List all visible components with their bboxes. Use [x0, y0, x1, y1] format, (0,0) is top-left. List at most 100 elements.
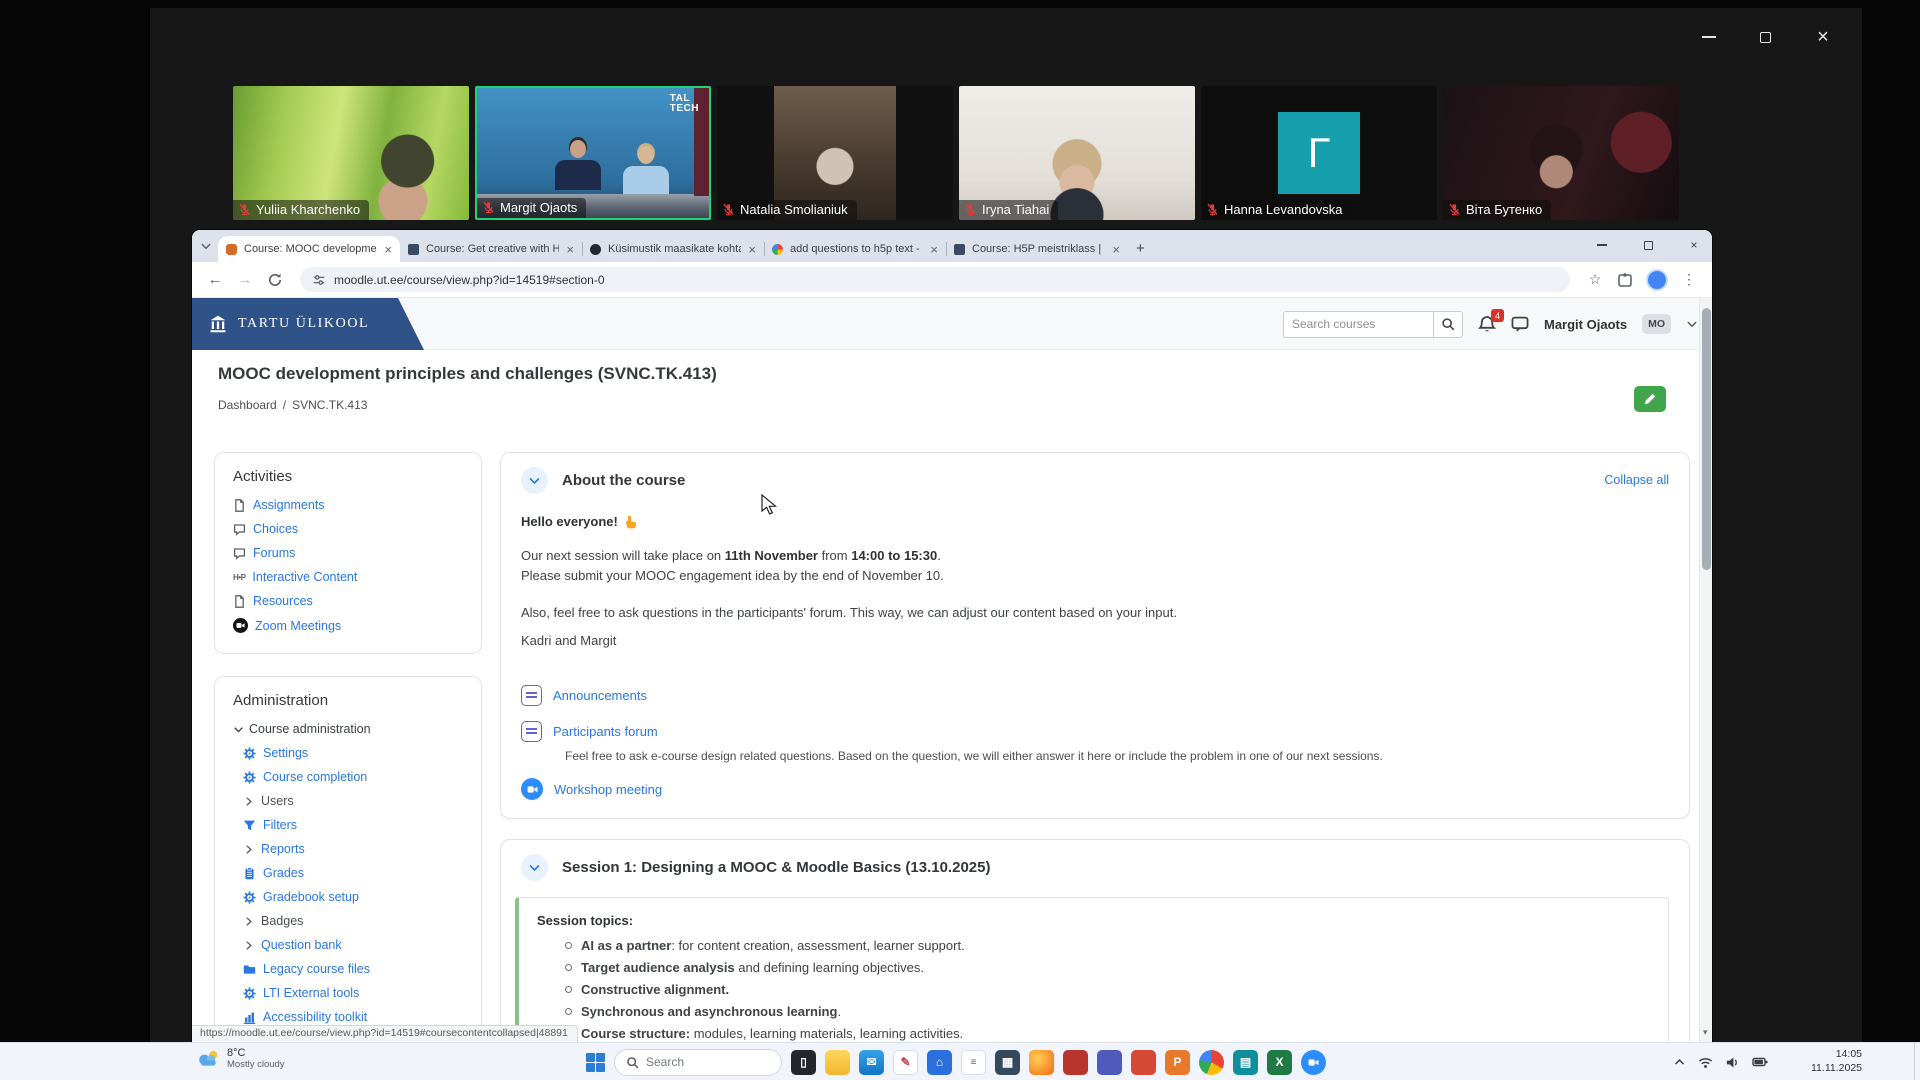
taskbar-clock[interactable]: 14:05 11.11.2025 — [1811, 1047, 1862, 1075]
notepad-app-icon[interactable]: ≡ — [961, 1050, 986, 1075]
zoom-app-icon[interactable] — [1301, 1050, 1326, 1075]
user-name[interactable]: Margit Ojaots — [1544, 317, 1627, 332]
participant-tile-yuliia[interactable]: Yuliia Kharchenko — [233, 86, 469, 220]
scrollbar-thumb[interactable] — [1702, 308, 1711, 570]
tab-kusimustik[interactable]: Küsimustik maasikate kohta × — [582, 236, 764, 262]
weather-widget[interactable]: 8°C Mostly cloudy — [196, 1047, 285, 1070]
excel-app-icon[interactable]: X — [1267, 1050, 1292, 1075]
participant-tile-hanna[interactable]: Г Hanna Levandovska — [1201, 86, 1437, 220]
admin-item-settings[interactable]: Settings — [243, 746, 463, 760]
admin-item-lti-external-tools[interactable]: LTI External tools — [243, 986, 463, 1000]
tab-close-icon[interactable]: × — [384, 242, 392, 257]
calculator-app-icon[interactable]: ▦ — [995, 1050, 1020, 1075]
browser-maximize-button[interactable] — [1630, 230, 1666, 260]
admin-item-badges[interactable]: Badges — [243, 914, 463, 928]
university-logo[interactable]: TARTU ÜLIKOOL — [192, 298, 424, 350]
participant-tile-vita[interactable]: Віта Бутенко — [1443, 86, 1679, 220]
sidebar-item-zoom-meetings[interactable]: Zoom Meetings — [233, 618, 463, 633]
breadcrumb-dashboard[interactable]: Dashboard — [218, 398, 277, 412]
zoom-minimize-button[interactable] — [1692, 24, 1726, 50]
tab-course-mooc[interactable]: Course: MOOC development p × — [218, 236, 400, 262]
extensions-icon[interactable] — [1612, 272, 1638, 288]
collapse-section-button[interactable] — [521, 467, 548, 494]
admin-item-question-bank[interactable]: Question bank — [243, 938, 463, 952]
email-red-app-icon[interactable] — [1131, 1050, 1156, 1075]
admin-item-gradebook-setup[interactable]: Gradebook setup — [243, 890, 463, 904]
admin-item-filters[interactable]: Filters — [243, 818, 463, 832]
notebook-app-icon[interactable]: ▯ — [791, 1050, 816, 1075]
collapse-section-button[interactable] — [521, 854, 548, 881]
sharepoint-app-icon[interactable]: ▤ — [1233, 1050, 1258, 1075]
admin-item-grades[interactable]: Grades — [243, 866, 463, 880]
collapse-all-link[interactable]: Collapse all — [1604, 473, 1669, 487]
page-scrollbar[interactable]: ▾ — [1699, 298, 1712, 1042]
tab-h5p-meistriklass[interactable]: Course: H5P meistriklass | Moo × — [946, 236, 1128, 262]
tab-close-icon[interactable]: × — [930, 242, 938, 257]
notifications-button[interactable]: 4 — [1478, 315, 1496, 333]
start-button[interactable] — [586, 1053, 605, 1072]
breadcrumb-course[interactable]: SVNC.TK.413 — [292, 398, 367, 412]
messages-button[interactable] — [1511, 315, 1529, 333]
tab-close-icon[interactable]: × — [566, 242, 574, 257]
sidebar-item-resources[interactable]: Resources — [233, 594, 463, 608]
participant-tile-iryna[interactable]: Iryna Tiahai — [959, 86, 1195, 220]
file-explorer-icon[interactable] — [825, 1050, 850, 1075]
zoom-close-button[interactable]: × — [1806, 24, 1840, 50]
tab-get-creative[interactable]: Course: Get creative with H5P × — [400, 236, 582, 262]
activity-participants-forum[interactable]: Participants forum — [521, 721, 1669, 742]
taskbar-search[interactable] — [614, 1049, 782, 1076]
sidebar-item-assignments[interactable]: Assignments — [233, 498, 463, 512]
pdf-app-icon[interactable] — [1063, 1050, 1088, 1075]
speaker-icon[interactable] — [1725, 1055, 1740, 1070]
hidden-icons-caret[interactable] — [1673, 1056, 1686, 1069]
store-app-icon[interactable]: ⌂ — [927, 1050, 952, 1075]
activity-workshop-meeting[interactable]: Workshop meeting — [521, 778, 1669, 800]
show-desktop-button[interactable] — [1914, 1043, 1920, 1080]
browser-menu-icon[interactable]: ⋮ — [1676, 271, 1702, 288]
powerpoint-app-icon[interactable]: P — [1165, 1050, 1190, 1075]
sidebar-item-forums[interactable]: Forums — [233, 546, 463, 560]
battery-icon[interactable] — [1752, 1054, 1768, 1070]
mail-app-icon[interactable]: ✉ — [859, 1050, 884, 1075]
browser-close-button[interactable]: × — [1676, 230, 1712, 260]
activity-announcements[interactable]: Announcements — [521, 685, 1669, 706]
browser-profile-avatar[interactable] — [1646, 269, 1668, 291]
address-bar[interactable]: moodle.ut.ee/course/view.php?id=14519#se… — [300, 267, 1570, 292]
search-courses-input[interactable] — [1283, 311, 1433, 338]
course-administration-node[interactable]: Course administration — [233, 722, 463, 736]
chrome-icon[interactable] — [1199, 1050, 1224, 1075]
browser-minimize-button[interactable] — [1584, 230, 1620, 260]
back-button[interactable]: ← — [202, 271, 228, 288]
section-title[interactable]: About the course — [562, 472, 685, 489]
site-settings-icon[interactable] — [312, 273, 326, 287]
tab-close-icon[interactable]: × — [1112, 242, 1120, 257]
wifi-icon[interactable] — [1698, 1055, 1713, 1070]
tab-close-icon[interactable]: × — [748, 242, 756, 257]
tab-search-icon[interactable] — [200, 240, 212, 252]
admin-item-users[interactable]: Users — [243, 794, 463, 808]
firefox-icon[interactable] — [1029, 1050, 1054, 1075]
section-title[interactable]: Session 1: Designing a MOOC & Moodle Bas… — [562, 859, 990, 876]
avatar[interactable]: MO — [1642, 314, 1671, 334]
participant-tile-natalia[interactable]: Natalia Smolianiuk — [717, 86, 953, 220]
admin-item-legacy-course-files[interactable]: Legacy course files — [243, 962, 463, 976]
reload-button[interactable] — [262, 272, 288, 288]
pen-app-icon[interactable]: ✎ — [893, 1050, 918, 1075]
forward-button[interactable]: → — [232, 271, 258, 288]
teams-app-icon[interactable] — [1097, 1050, 1122, 1075]
tab-google-search[interactable]: add questions to h5p text - Go × — [764, 236, 946, 262]
sidebar-item-choices[interactable]: Choices — [233, 522, 463, 536]
zoom-maximize-button[interactable] — [1748, 24, 1782, 50]
edit-mode-button[interactable] — [1634, 386, 1666, 412]
scroll-down-icon[interactable]: ▾ — [1703, 1027, 1708, 1038]
new-tab-button[interactable]: + — [1136, 240, 1145, 257]
admin-item-course-completion[interactable]: Course completion — [243, 770, 463, 784]
chevron-down-icon[interactable] — [1686, 318, 1698, 330]
bookmark-star-icon[interactable]: ☆ — [1582, 271, 1608, 288]
taskbar-search-input[interactable] — [646, 1055, 756, 1069]
search-button[interactable] — [1433, 311, 1463, 338]
admin-item-reports[interactable]: Reports — [243, 842, 463, 856]
participant-tile-margit[interactable]: TAL TECH Margit Ojaots — [475, 86, 711, 220]
sidebar-item-interactive-content[interactable]: H•PInteractive Content — [233, 570, 463, 584]
admin-item-accessibility-toolkit[interactable]: Accessibility toolkit — [243, 1010, 463, 1024]
